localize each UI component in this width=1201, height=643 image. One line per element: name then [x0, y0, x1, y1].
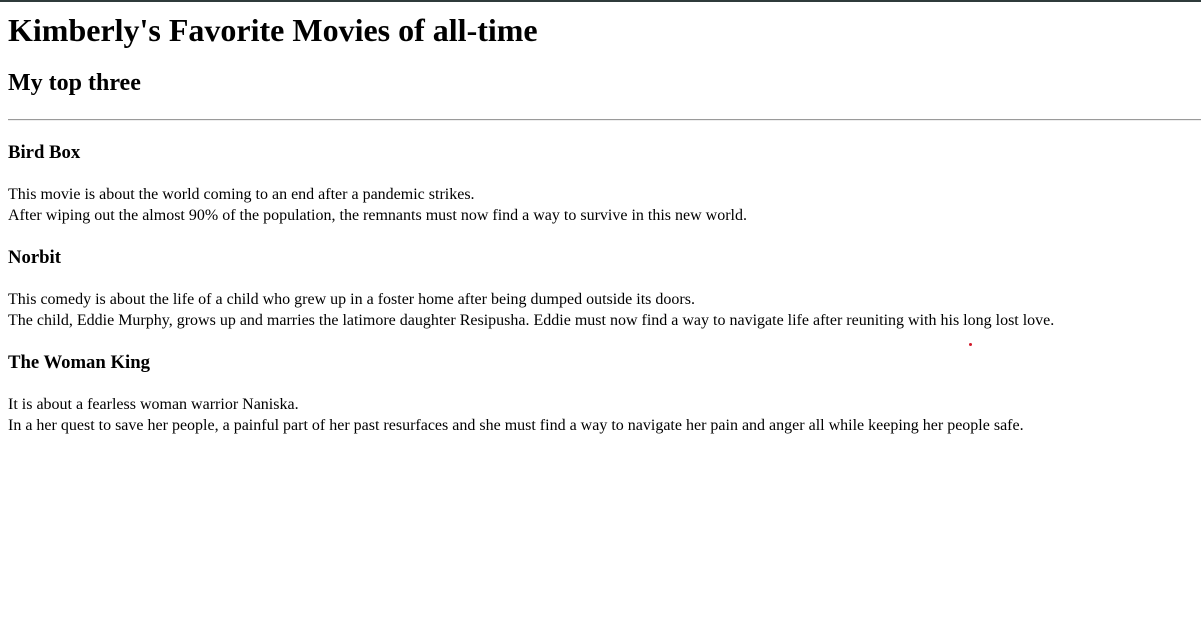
- movie-description: This movie is about the world coming to …: [8, 184, 1193, 226]
- movie-entry-bird-box: Bird Box This movie is about the world c…: [8, 142, 1193, 226]
- movie-description: This comedy is about the life of a child…: [8, 289, 1193, 331]
- movie-title: Bird Box: [8, 142, 81, 163]
- movie-description: It is about a fearless woman warrior Nan…: [8, 394, 1193, 436]
- movie-description-line: The child, Eddie Murphy, grows up and ma…: [8, 312, 1055, 329]
- page-content: Kimberly's Favorite Movies of all-time M…: [0, 12, 1201, 436]
- movie-description-line: In a her quest to save her people, a pai…: [8, 417, 1024, 434]
- page-subtitle: My top three: [8, 70, 141, 96]
- cursor-dot-marker: [969, 343, 972, 346]
- movie-description-line: This comedy is about the life of a child…: [8, 291, 695, 308]
- movie-description-line: It is about a fearless woman warrior Nan…: [8, 396, 299, 413]
- movie-entry-norbit: Norbit This comedy is about the life of …: [8, 247, 1193, 331]
- movie-description-line: This movie is about the world coming to …: [8, 186, 475, 203]
- movie-title: Norbit: [8, 247, 61, 268]
- page-title: Kimberly's Favorite Movies of all-time: [8, 12, 538, 48]
- movie-title: The Woman King: [8, 352, 150, 373]
- movie-description-line: After wiping out the almost 90% of the p…: [8, 207, 747, 224]
- divider: [8, 119, 1201, 121]
- movie-entry-the-woman-king: The Woman King It is about a fearless wo…: [8, 352, 1193, 436]
